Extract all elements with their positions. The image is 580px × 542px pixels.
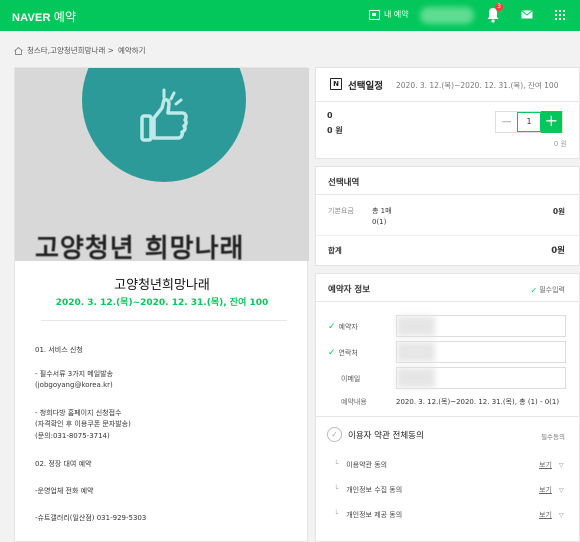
term-item[interactable]: └ 개인정보 제공 동의 [334, 510, 402, 520]
description-line: (jobgoyang@korea.kr) [35, 381, 113, 389]
elbow-icon: └ [334, 510, 339, 518]
description-line: (문의:031-8075-3714) [35, 432, 110, 440]
check-icon: ✓ [530, 285, 538, 295]
base-fee-detail: 총 1매 0(1) [372, 206, 392, 228]
naver-reservation-logo[interactable]: NAVER 예약 [12, 8, 76, 25]
product-panel: 고양청년 희망나래 고양청년희망나래 2020. 3. 12.(목)~2020.… [14, 67, 309, 542]
required-label: 필수입력 [539, 286, 565, 294]
breadcrumb-item-current: 예약하기 [117, 46, 146, 55]
description-line: 01. 서비스 신청 [35, 346, 83, 354]
name-field-label: ✓ 예약자 [328, 322, 358, 332]
phone-field-label: ✓ 연락처 [328, 348, 358, 358]
schedule-value: 2020. 3. 12.(목)~2020. 12. 31.(목), 잔여 100 [396, 81, 559, 90]
description-line: (자격확인 후 이용쿠폰 문자발송) [35, 420, 131, 428]
description-line: -슈트갤러리(일산점) 031-929-5303 [35, 514, 147, 522]
elbow-icon: └ [334, 485, 339, 493]
calendar-icon [369, 9, 380, 20]
name-field[interactable] [396, 315, 566, 337]
booker-info-card: 예약자 정보 ✓ 필수입력 ✓ 예약자 ✓ 연락처 이메일 예약내용 2020.… [315, 273, 580, 542]
selected-amount: 0 원 [327, 126, 343, 135]
email-field-label: 이메일 [341, 374, 360, 384]
divider [41, 320, 287, 321]
naver-n-icon: N [330, 78, 342, 90]
product-period: 2020. 3. 12.(목)~2020. 12. 31.(목), 잔여 100 [55, 298, 269, 308]
elbow-icon: └ [334, 460, 339, 468]
logo-brand: NAVER [12, 12, 51, 24]
base-fee-amount: 0원 [552, 207, 565, 216]
agree-required-label: 필수동의 [541, 433, 565, 441]
base-fee-line: 0(1) [372, 218, 387, 226]
description-line: - 필수서류 3가지 메일발송 [35, 370, 114, 378]
term-view-link[interactable]: 보기 [539, 510, 552, 520]
description-line: 02. 정장 대여 예약 [35, 460, 92, 468]
selected-count: 0 [327, 111, 333, 120]
term-item[interactable]: └ 개인정보 수집 동의 [334, 485, 402, 495]
breadcrumb-item-business[interactable]: 청스타,고양청년희망나래 > [27, 45, 114, 56]
booker-title: 예약자 정보 [328, 285, 371, 295]
email-value-blurred [397, 368, 435, 388]
base-fee-label: 기본요금 [328, 207, 354, 215]
name-value-blurred [397, 316, 435, 336]
divider [316, 301, 579, 302]
schedule-label: 선택일정 [348, 81, 383, 92]
agree-all-label[interactable]: 이용자 약관 전체동의 [348, 429, 424, 441]
total-label: 합계 [328, 246, 342, 255]
reservation-detail-label: 예약내용 [341, 398, 367, 406]
minus-button[interactable]: − [496, 112, 517, 132]
selection-summary-card: 선택내역 기본요금 총 1매 0(1) 0원 합계 0원 [315, 166, 580, 266]
breadcrumb: 청스타,고양청년희망나래 > 예약하기 [14, 45, 146, 56]
phone-field[interactable] [396, 341, 566, 363]
divider [316, 235, 579, 236]
term-view-link[interactable]: 보기 [539, 485, 552, 495]
schedule-card: N 선택일정 2020. 3. 12.(목)~2020. 12. 31.(목),… [315, 67, 580, 159]
description-line: -운영업체 전화 예약 [35, 487, 94, 495]
mail-icon[interactable] [521, 10, 533, 19]
term-label: 개인정보 수집 동의 [346, 486, 403, 494]
check-icon: ✓ [328, 322, 336, 332]
selection-title: 선택내역 [328, 178, 360, 188]
phone-label: 연락처 [338, 349, 358, 357]
divider [316, 101, 579, 102]
phone-value-blurred [397, 342, 435, 362]
apps-grid-icon[interactable] [555, 10, 565, 20]
total-amount: 0원 [551, 246, 565, 256]
chevron-down-icon[interactable]: ▽ [559, 512, 564, 519]
description-line: - 청희다방 홈페이지 신청접수 [35, 409, 122, 417]
chevron-down-icon[interactable]: ▽ [559, 462, 564, 469]
product-title: 고양청년희망나래 [114, 278, 210, 293]
home-icon[interactable] [14, 46, 23, 55]
term-label: 개인정보 제공 동의 [346, 511, 403, 519]
logo-service: 예약 [53, 10, 77, 24]
agree-all-checkbox[interactable]: ✓ [327, 427, 342, 442]
user-profile[interactable] [420, 7, 474, 24]
my-reservation-label: 내 예약 [384, 10, 409, 19]
top-navigation-bar: NAVER 예약 내 예약 3 [0, 0, 580, 31]
term-view-link[interactable]: 보기 [539, 460, 552, 470]
email-label: 이메일 [341, 375, 361, 383]
chevron-down-icon[interactable]: ▽ [559, 487, 564, 494]
reservation-detail-value: 2020. 3. 12.(목)~2020. 12. 31.(목), 총 (1) … [396, 398, 560, 406]
notification-badge: 3 [495, 3, 503, 11]
email-field[interactable] [396, 367, 566, 389]
hero-caption: 고양청년 희망나래 [35, 234, 245, 261]
term-item[interactable]: └ 이용약관 동의 [334, 460, 387, 470]
quantity-stepper: − 1 + [495, 111, 563, 133]
thumbs-up-icon [140, 88, 188, 142]
divider [316, 416, 579, 417]
quantity-input[interactable]: 1 [517, 112, 541, 132]
term-label: 이용약관 동의 [346, 461, 388, 469]
unit-price: 0 원 [553, 140, 567, 148]
check-icon: ✓ [328, 348, 336, 358]
my-reservation-link[interactable]: 내 예약 [369, 9, 409, 20]
required-note: ✓ 필수입력 [531, 285, 565, 295]
product-hero-image: 고양청년 희망나래 [15, 68, 309, 261]
plus-button[interactable]: + [540, 111, 562, 133]
base-fee-line: 총 1매 [372, 207, 392, 215]
name-label: 예약자 [338, 323, 358, 331]
divider [316, 194, 579, 195]
